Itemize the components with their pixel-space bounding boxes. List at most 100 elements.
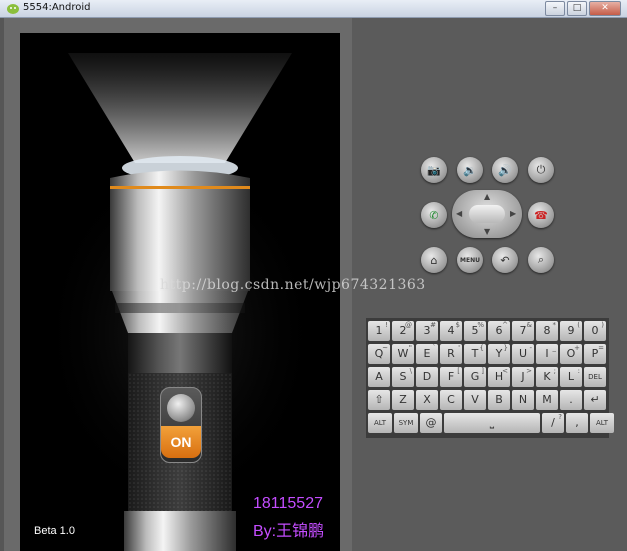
key-label: N (518, 393, 528, 406)
key-alt-label: % (477, 321, 484, 329)
dpad-left-icon: ◀ (456, 209, 463, 218)
key-f[interactable]: F[ (440, 367, 462, 387)
key-label: M (542, 393, 552, 406)
key-2[interactable]: 2 @ (392, 321, 414, 341)
key-c[interactable]: C (440, 390, 462, 410)
key-alt[interactable]: ALT (368, 413, 392, 433)
key-4[interactable]: 4 $ (440, 321, 462, 341)
key-l[interactable]: L: (560, 367, 582, 387)
key-sym42[interactable]: @ (420, 413, 442, 433)
key-1[interactable]: 1! (368, 321, 390, 341)
key-y[interactable]: Y} (488, 344, 510, 364)
key-s[interactable]: S \ (392, 367, 414, 387)
key-k[interactable]: K; (536, 367, 558, 387)
key-label: Y (495, 347, 503, 360)
key-alt-label: : (577, 367, 580, 375)
key-sym39[interactable]: ↵ (584, 390, 606, 410)
home-button[interactable]: ⌂ (421, 247, 447, 273)
key-sym38[interactable]: . (560, 390, 582, 410)
volume-down-button[interactable]: 🔉 (457, 157, 483, 183)
key-n[interactable]: N (512, 390, 534, 410)
key-alt-label: @ (405, 321, 412, 329)
key-label: SYM (398, 419, 414, 427)
key-i[interactable]: I _ (536, 344, 558, 364)
volume-up-button[interactable]: 🔊 (492, 157, 518, 183)
key-label: E (423, 347, 431, 360)
key-0[interactable]: 0) (584, 321, 606, 341)
key-h[interactable]: H < (488, 367, 510, 387)
key-label: 0 (591, 324, 599, 337)
menu-icon: MENU (460, 256, 480, 264)
key-alt-label: \ (409, 367, 412, 375)
key-alt-label: ^ (502, 321, 508, 329)
android-app-icon (7, 4, 19, 14)
key-label: V (471, 393, 479, 406)
key-alt-label: ' (458, 344, 460, 352)
key-3[interactable]: 3 # (416, 321, 438, 341)
menu-button[interactable]: MENU (457, 247, 483, 273)
key-label: Z (399, 393, 407, 406)
camera-icon: 📷 (427, 163, 441, 177)
dpad-center-button[interactable] (469, 205, 505, 223)
window-titlebar: 5554:Android – □ ✕ (0, 0, 627, 18)
key-a[interactable]: A (368, 367, 390, 387)
key-alt-label: = (598, 344, 604, 352)
key-j[interactable]: J > (512, 367, 534, 387)
key-g[interactable]: G] (464, 367, 486, 387)
key-label: X (423, 393, 431, 406)
end-call-icon: ☎ (534, 208, 548, 222)
key-6[interactable]: 6 ^ (488, 321, 510, 341)
back-button[interactable]: ↶ (492, 247, 518, 273)
key-o[interactable]: O + (560, 344, 582, 364)
volume-up-icon: 🔊 (498, 163, 512, 177)
key-sym45[interactable]: , (566, 413, 588, 433)
key-label: J (521, 370, 525, 383)
key-7[interactable]: 7 & (512, 321, 534, 341)
call-button[interactable]: ✆ (421, 202, 447, 228)
key-label: U (518, 347, 528, 360)
key-5[interactable]: 5% (464, 321, 486, 341)
key-e[interactable]: E ` (416, 344, 438, 364)
key-z[interactable]: Z (392, 390, 414, 410)
search-button[interactable]: ⌕ (528, 247, 554, 273)
key-b[interactable]: B (488, 390, 510, 410)
key-alt-label: ( (577, 321, 580, 329)
key-alt[interactable]: ALT (590, 413, 614, 433)
key-sym43[interactable]: ⎵ (444, 413, 540, 433)
key-sym44[interactable]: /? (542, 413, 564, 433)
key-label: L (567, 370, 575, 383)
dpad-down-icon: ▼ (484, 227, 491, 236)
end-call-button[interactable]: ☎ (528, 202, 554, 228)
key-m[interactable]: M (536, 390, 558, 410)
search-icon: ⌕ (537, 253, 545, 266)
maximize-button[interactable]: □ (567, 1, 587, 16)
key-del[interactable]: DEL (584, 367, 606, 387)
key-8[interactable]: 8 * (536, 321, 558, 341)
key-9[interactable]: 9( (560, 321, 582, 341)
key-alt-label: ; (553, 367, 556, 375)
close-button[interactable]: ✕ (589, 1, 621, 16)
minimize-button[interactable]: – (545, 1, 565, 16)
key-x[interactable]: X (416, 390, 438, 410)
key-alt-label: ) (601, 321, 604, 329)
key-label: B (495, 393, 503, 406)
call-icon: ✆ (429, 208, 439, 222)
key-label: 4 (447, 324, 455, 337)
key-sym[interactable]: SYM (394, 413, 418, 433)
key-d[interactable]: D (416, 367, 438, 387)
key-label: ⇧ (374, 393, 384, 406)
key-p[interactable]: P = (584, 344, 606, 364)
dpad[interactable]: ▲ ▼ ◀ ▶ (452, 190, 522, 238)
version-label: Beta 1.0 (34, 525, 75, 537)
key-q[interactable]: Q ~ (368, 344, 390, 364)
camera-button[interactable]: 📷 (421, 157, 447, 183)
key-v[interactable]: V (464, 390, 486, 410)
key-w[interactable]: W " (392, 344, 414, 364)
power-toggle-button[interactable]: ON (160, 387, 202, 463)
key-t[interactable]: T{ (464, 344, 486, 364)
key-u[interactable]: U- (512, 344, 534, 364)
key-sym30[interactable]: ⇧ (368, 390, 390, 410)
key-r[interactable]: R ' (440, 344, 462, 364)
power-button[interactable]: ⏻ (528, 157, 554, 183)
key-label: C (447, 393, 455, 406)
